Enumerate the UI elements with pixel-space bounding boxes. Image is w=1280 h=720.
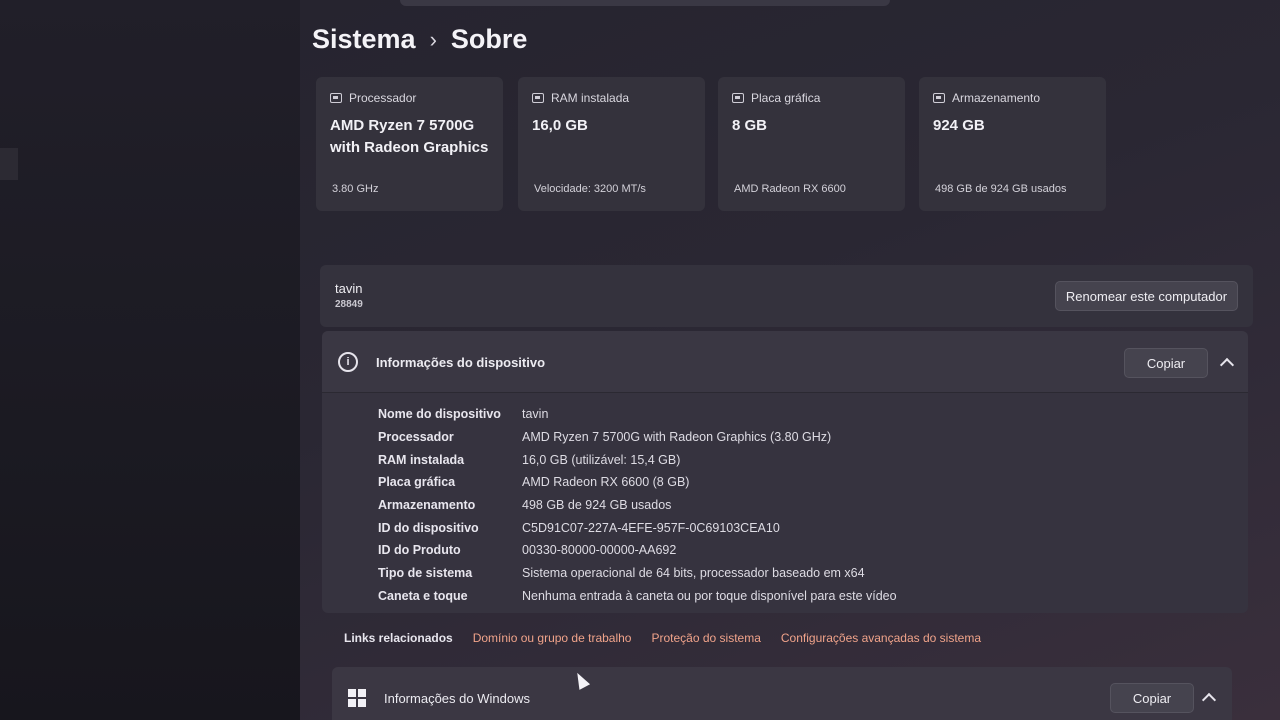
spec-value: AMD Radeon RX 6600 (8 GB): [522, 475, 690, 490]
card-value: 924 GB: [933, 117, 985, 134]
ram-icon: [532, 93, 544, 103]
computer-model: 28849: [335, 299, 363, 310]
card-footer: 3.80 GHz: [332, 183, 379, 195]
spec-row: RAM instalada 16,0 GB (utilizável: 15,4 G…: [378, 448, 897, 471]
device-info-panel: i Informações do dispositivo Copiar Nome…: [322, 331, 1248, 613]
card-value: AMD Ryzen 7 5700G with Radeon Graphics: [330, 117, 489, 156]
spec-label: Tipo de sistema: [378, 566, 473, 581]
related-links-row: Links relacionados Domínio ou grupo de t…: [330, 618, 1235, 658]
spec-row: Processador AMD Ryzen 7 5700G with Radeon…: [378, 426, 897, 449]
search-box-edge[interactable]: [400, 0, 890, 6]
breadcrumb: Sistema › Sobre: [312, 24, 527, 55]
related-links-label: Links relacionados: [344, 631, 453, 645]
spec-label: RAM instalada: [378, 452, 465, 467]
spec-value: AMD Ryzen 7 5700G with Radeon Graphics (…: [522, 430, 832, 445]
windows-info-title: Informações do Windows: [384, 691, 530, 706]
spec-label: ID do Produto: [378, 543, 461, 558]
spec-row: ID do dispositivo C5D91C07-227A-4EFE-957F…: [378, 516, 897, 539]
graphics-card-icon: [732, 93, 744, 103]
rename-computer-button[interactable]: Renomear este computador: [1055, 281, 1238, 311]
card-footer: AMD Radeon RX 6600: [734, 183, 846, 195]
card-label: RAM instalada: [551, 91, 630, 105]
copy-device-info-button[interactable]: Copiar: [1124, 348, 1208, 378]
spec-value: Sistema operacional de 64 bits, processa…: [522, 566, 865, 581]
spec-label: Processador: [378, 430, 454, 445]
spec-card-graphics: Placa gráfica 8 GB AMD Radeon RX 6600: [718, 77, 905, 211]
spec-card-ram: RAM instalada 16,0 GB Velocidade: 3200 M…: [518, 77, 705, 211]
card-label: Processador: [349, 91, 417, 105]
card-footer: Velocidade: 3200 MT/s: [534, 183, 646, 195]
spec-value: C5D91C07-227A-4EFE-957F-0C69103CEA10: [522, 520, 780, 535]
chevron-up-icon[interactable]: [1219, 357, 1235, 373]
storage-icon: [933, 93, 945, 103]
spec-value: 16,0 GB (utilizável: 15,4 GB): [522, 452, 681, 467]
device-info-header[interactable]: i Informações do dispositivo Copiar: [322, 331, 1248, 393]
spec-row: Tipo de sistema Sistema operacional de 64…: [378, 562, 897, 585]
spec-row: Placa gráfica AMD Radeon RX 6600 (8 GB): [378, 471, 897, 494]
breadcrumb-chevron-icon: ›: [429, 26, 437, 52]
spec-row: Armazenamento 498 GB de 924 GB usados: [378, 494, 897, 517]
spec-row: Caneta e toque Nenhuma entrada à caneta o…: [378, 585, 897, 608]
page-title: Sobre: [450, 24, 528, 54]
windows-logo-icon: [348, 689, 366, 707]
spec-label: ID do dispositivo: [378, 520, 479, 535]
copy-windows-info-button[interactable]: Copiar: [1110, 683, 1194, 713]
spec-label: Nome do dispositivo: [378, 407, 501, 422]
spec-card-storage: Armazenamento 924 GB 498 GB de 924 GB us…: [919, 77, 1106, 211]
card-value: 8 GB: [732, 117, 768, 134]
spec-value: Nenhuma entrada à caneta ou por toque di…: [522, 588, 897, 603]
breadcrumb-parent[interactable]: Sistema: [312, 24, 416, 55]
spec-value: 00330-80000-00000-AA692: [522, 543, 677, 558]
device-spec-list: Nome do dispositivo tavin Processador AMD …: [378, 403, 897, 607]
link-system-protection[interactable]: Proteção do sistema: [651, 631, 760, 645]
spec-value: tavin: [522, 407, 549, 422]
spec-value: 498 GB de 924 GB usados: [522, 498, 672, 513]
card-footer: 498 GB de 924 GB usados: [935, 183, 1067, 195]
spec-label: Armazenamento: [378, 498, 476, 513]
link-advanced-settings[interactable]: Configurações avançadas do sistema: [781, 631, 981, 645]
spec-card-processor: Processador AMD Ryzen 7 5700G with Radeo…: [316, 77, 503, 211]
processor-icon: [330, 93, 342, 103]
info-icon: i: [338, 352, 358, 372]
spec-label: Placa gráfica: [378, 475, 456, 490]
nav-selection-marker: [0, 148, 18, 180]
computer-name-row: tavin 28849 Renomear este computador: [320, 265, 1253, 327]
card-value: 16,0 GB: [532, 117, 588, 134]
windows-info-header[interactable]: Informações do Windows Copiar: [332, 667, 1232, 720]
spec-label: Caneta e toque: [378, 588, 468, 603]
spec-row: ID do Produto 00330-80000-00000-AA692: [378, 539, 897, 562]
spec-row: Nome do dispositivo tavin: [378, 403, 897, 426]
card-label: Placa gráfica: [751, 91, 821, 105]
chevron-up-icon[interactable]: [1201, 692, 1217, 708]
link-domain-workgroup[interactable]: Domínio ou grupo de trabalho: [473, 631, 632, 645]
device-info-title: Informações do dispositivo: [376, 355, 546, 370]
left-nav-background: [0, 0, 300, 720]
card-label: Armazenamento: [952, 91, 1041, 105]
computer-name: tavin: [335, 281, 363, 296]
